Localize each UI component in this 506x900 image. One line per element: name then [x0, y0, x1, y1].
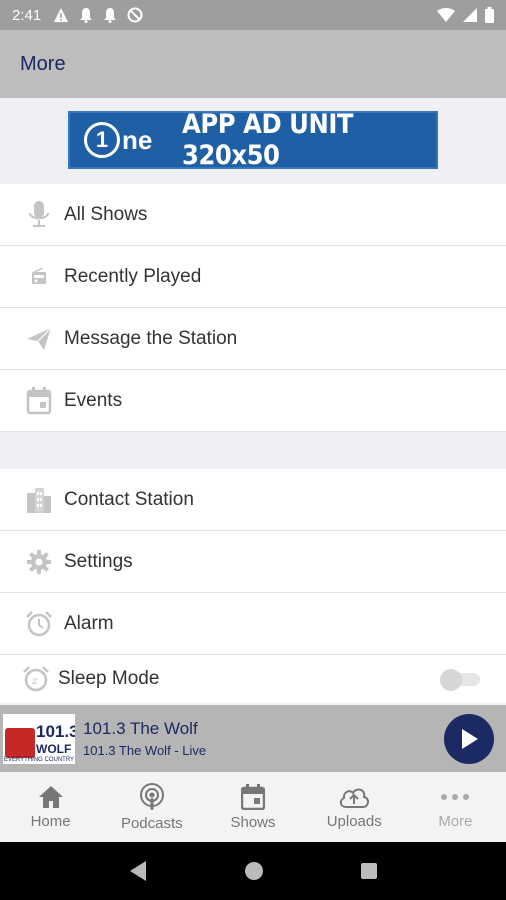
menu-item-sleep-mode[interactable]: z Sleep Mode — [0, 655, 506, 703]
nav-label: Podcasts — [120, 814, 183, 832]
send-icon — [0, 327, 64, 351]
menu-item-label: Contact Station — [64, 488, 194, 510]
do-not-disturb-icon — [127, 7, 143, 23]
signal-icon — [463, 8, 477, 22]
warning-icon — [54, 8, 69, 22]
radio-icon — [0, 267, 64, 286]
recents-icon[interactable] — [360, 862, 378, 880]
menu-item-message-station[interactable]: Message the Station — [0, 308, 506, 370]
notification-bell-icon — [104, 8, 117, 23]
menu-item-all-shows[interactable]: All Shows — [0, 184, 506, 246]
wifi-icon — [437, 8, 455, 22]
nav-label: Uploads — [326, 812, 382, 830]
menu-item-label: Recently Played — [64, 265, 202, 287]
play-icon — [462, 729, 478, 749]
nav-label: Shows — [230, 813, 276, 831]
ad-logo: 1 ne — [84, 122, 152, 158]
svg-text:z: z — [32, 676, 37, 687]
ad-text: APP AD UNIT 320x50 — [182, 109, 354, 171]
calendar-icon — [241, 783, 265, 810]
nav-more[interactable]: More — [405, 772, 506, 842]
ad-logo-ne: ne — [122, 124, 153, 155]
menu-item-events[interactable]: Events — [0, 370, 506, 432]
menu-item-label: All Shows — [64, 203, 148, 225]
cloud-upload-icon — [340, 788, 370, 808]
back-icon[interactable] — [128, 860, 148, 882]
nav-label: More — [438, 812, 473, 830]
stream-name: 101.3 The Wolf - Live — [83, 743, 207, 758]
battery-icon — [485, 7, 494, 23]
bottom-navigation: Home Podcasts Shows Uploads More — [0, 772, 506, 842]
station-logo: 101.3 WOLF EVERYTHING COUNTRY — [3, 713, 75, 764]
sleep-mode-toggle[interactable] — [440, 669, 480, 691]
page-title: More — [20, 52, 66, 75]
nav-home[interactable]: Home — [0, 772, 101, 842]
ad-banner[interactable]: 1 ne APP AD UNIT 320x50 — [68, 109, 438, 171]
status-bar: 2:41 — [0, 0, 506, 30]
toggle-knob — [440, 669, 462, 691]
station-logo-frequency: 101.3 — [36, 721, 75, 741]
nav-shows[interactable]: Shows — [202, 772, 303, 842]
menu-item-label: Message the Station — [64, 327, 238, 349]
now-playing-info[interactable]: 101.3 The Wolf 101.3 The Wolf - Live — [83, 719, 206, 758]
notification-bell-icon — [80, 8, 93, 23]
more-dots-icon — [441, 793, 470, 800]
home-circle-icon[interactable] — [244, 861, 264, 881]
microphone-icon — [0, 200, 64, 230]
alarm-icon — [0, 610, 64, 638]
home-icon — [38, 785, 63, 808]
app-bar: More — [0, 30, 506, 98]
building-icon — [0, 487, 64, 513]
ad-container: 1 ne APP AD UNIT 320x50 — [0, 98, 506, 184]
menu-item-label: Settings — [64, 550, 133, 572]
menu-item-contact-station[interactable]: Contact Station — [0, 469, 506, 531]
station-name: 101.3 The Wolf — [83, 719, 198, 738]
nav-label: Home — [30, 812, 71, 830]
menu-item-label: Alarm — [64, 612, 114, 634]
ad-logo-one: 1 — [84, 122, 120, 158]
station-logo-tagline: EVERYTHING COUNTRY — [3, 756, 75, 763]
podcast-icon — [139, 782, 164, 810]
nav-podcasts[interactable]: Podcasts — [101, 772, 202, 842]
status-time: 2:41 — [12, 6, 42, 24]
menu-item-alarm[interactable]: Alarm — [0, 593, 506, 655]
menu-item-label: Sleep Mode — [58, 668, 160, 689]
mini-player[interactable]: 101.3 WOLF EVERYTHING COUNTRY 101.3 The … — [0, 705, 506, 772]
menu-item-recently-played[interactable]: Recently Played — [0, 246, 506, 308]
gear-icon — [0, 549, 64, 575]
sleep-icon: z — [0, 665, 58, 693]
menu-group-secondary: Contact Station Settings Alarm z Sleep M… — [0, 469, 506, 703]
play-button[interactable] — [444, 714, 494, 764]
nav-uploads[interactable]: Uploads — [304, 772, 405, 842]
paw-logo-icon — [5, 727, 35, 758]
menu-group-primary: All Shows Recently Played Message the St… — [0, 184, 506, 432]
calendar-icon — [0, 386, 64, 415]
menu-item-settings[interactable]: Settings — [0, 531, 506, 593]
menu-item-label: Events — [64, 389, 123, 411]
system-navigation-bar — [0, 842, 506, 900]
station-logo-name: WOLF — [36, 741, 72, 756]
